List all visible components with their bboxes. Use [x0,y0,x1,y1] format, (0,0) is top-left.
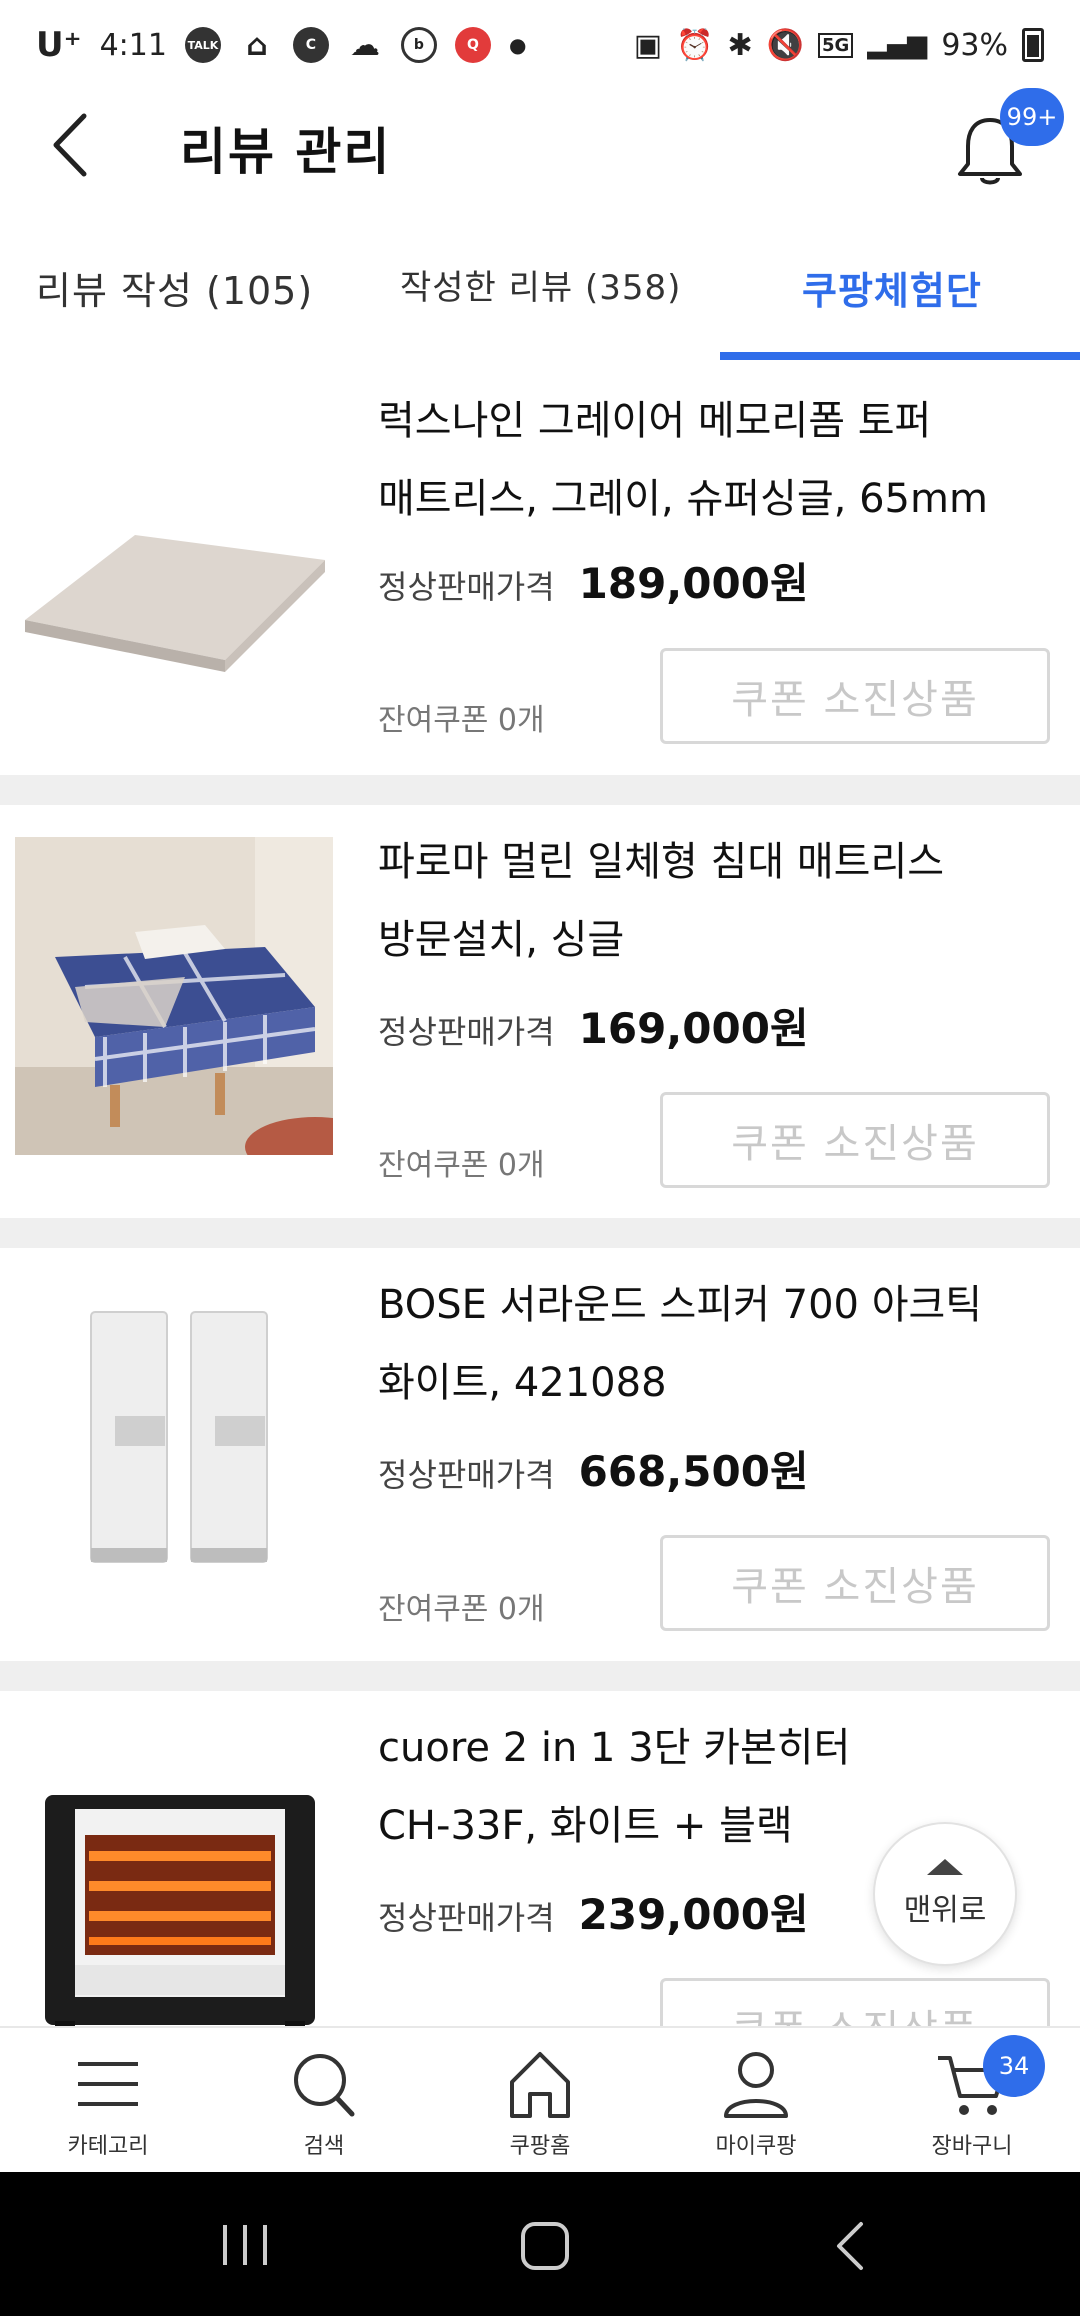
person-icon [724,2052,788,2118]
bluetooth-icon: ✱ [727,27,753,63]
price-row: 정상판매가격 668,500원 [378,1438,809,1499]
bed-mattress-image [15,837,385,1177]
nav-label: 장바구니 [931,2134,1013,2159]
coupons-remaining: 잔여쿠폰 0개 [378,703,545,738]
more-dot-icon: ● [508,33,527,57]
product-card[interactable]: 파로마 멀린 일체형 침대 매트리스 방문설치, 싱글 정상판매가격 169,0… [0,805,1080,1220]
b-app-icon: b [400,27,437,63]
back-button[interactable] [40,110,100,180]
product-name[interactable]: BOSE 서라운드 스피커 700 아크틱 화이트, 421088 [378,1266,1038,1422]
coupons-remaining: 잔여쿠폰 0개 [378,1148,545,1183]
home-system-icon[interactable] [515,2218,575,2274]
price-row: 정상판매가격 189,000원 [378,550,809,611]
home-notification-icon: ⌂ [246,27,268,63]
product-image-topper[interactable] [15,410,333,728]
coupon-soldout-button[interactable]: 쿠폰 소진상품 [660,1978,1050,2026]
arrow-up-icon [927,1859,963,1875]
bottom-navigation: 카테고리 검색 쿠팡홈 마이쿠팡 장바구니 [0,2026,1080,2172]
scroll-to-top-button[interactable]: 맨위로 [873,1822,1017,1966]
section-divider [0,775,1080,805]
tab-write-review[interactable]: 리뷰 작성 (105) [36,260,313,315]
mute-icon: 🔇 [766,27,804,63]
price-row: 정상판매가격 169,000원 [378,995,809,1056]
tab-written-reviews[interactable]: 작성한 리뷰 (358) [400,260,681,309]
page-title: 리뷰 관리 [180,123,392,181]
nav-my-coupang[interactable]: 마이쿠팡 [648,2046,864,2160]
tab-coupang-trial[interactable]: 쿠팡체험단 [802,260,982,315]
section-divider [0,1661,1080,1691]
recent-apps-icon[interactable] [215,2220,275,2270]
sim-icon: ▣ [633,27,663,63]
nav-label: 카테고리 [67,2134,149,2159]
battery-percent: 93% [941,27,1008,63]
nav-home[interactable]: 쿠팡홈 [432,2046,648,2160]
price-value: 169,000원 [578,1004,809,1053]
price-label: 정상판매가격 [378,568,555,606]
tab-bar: 리뷰 작성 (105) 작성한 리뷰 (358) 쿠팡체험단 [0,240,1080,362]
q-app-icon: Q [454,27,491,63]
chevron-left-icon [53,113,87,177]
coupon-soldout-button[interactable]: 쿠폰 소진상품 [660,1535,1050,1631]
product-name[interactable]: 파로마 멀린 일체형 침대 매트리스 방문설치, 싱글 [378,823,1038,979]
product-card[interactable]: BOSE 서라운드 스피커 700 아크틱 화이트, 421088 정상판매가격… [0,1248,1080,1663]
price-value: 239,000원 [578,1890,809,1939]
product-image-bed[interactable] [15,837,385,1177]
price-label: 정상판매가격 [378,1013,555,1051]
product-name[interactable]: 럭스나인 그레이어 메모리폼 토퍼 매트리스, 그레이, 슈퍼싱글, 65mm [378,382,1038,538]
nav-category[interactable]: 카테고리 [0,2046,216,2160]
nav-search[interactable]: 검색 [216,2046,432,2160]
search-icon [294,2054,355,2117]
nav-cart[interactable]: 장바구니 [864,2046,1080,2160]
coupon-soldout-button[interactable]: 쿠폰 소진상품 [660,648,1050,744]
coupang-c-icon: C [292,27,329,63]
notification-badge: 99+ [1000,88,1064,146]
back-system-icon[interactable] [825,2218,875,2274]
product-image-heater[interactable] [15,1725,333,2026]
cloud-icon: ☁ [349,27,380,63]
nav-label: 쿠팡홈 [509,2134,571,2159]
price-label: 정상판매가격 [378,1899,555,1937]
menu-icon [78,2062,138,2106]
clock: 4:11 [99,27,167,63]
alarm-icon: ⏰ [676,27,714,63]
product-card[interactable]: 럭스나인 그레이어 메모리폼 토퍼 매트리스, 그레이, 슈퍼싱글, 65mm … [0,360,1080,775]
coupons-remaining: 잔여쿠폰 0개 [378,1592,545,1627]
cart-count-badge: 34 [983,2035,1045,2097]
home-icon [510,2052,570,2118]
signal-icon: ▂▄▆ [867,30,928,60]
coupon-soldout-button[interactable]: 쿠폰 소진상품 [660,1092,1050,1188]
active-tab-indicator [720,352,1080,360]
scroll-to-top-label: 맨위로 [903,1893,987,1928]
app-header: 리뷰 관리 [0,90,1080,210]
section-divider [0,1218,1080,1248]
price-value: 189,000원 [578,559,809,608]
product-image-speakers[interactable] [15,1278,333,1596]
battery-icon [1022,28,1044,62]
nav-label: 마이쿠팡 [715,2134,797,2159]
price-row: 정상판매가격 239,000원 [378,1881,809,1942]
price-value: 668,500원 [578,1447,809,1496]
network-5g-icon: 5G [818,32,854,58]
mattress-topper-image [25,535,325,672]
system-navigation-bar [0,2172,1080,2316]
price-label: 정상판매가격 [378,1456,555,1494]
carrier-label: U⁺ [36,25,82,65]
carbon-heater-image [45,1795,315,2026]
bose-speakers-image [90,1311,268,1563]
kakaotalk-icon: TALK [184,27,221,63]
nav-label: 검색 [303,2134,345,2159]
status-bar: U⁺ 4:11 TALK ⌂ C ☁ b Q ● ▣ ⏰ ✱ 🔇 5G ▂▄▆ … [0,0,1080,90]
